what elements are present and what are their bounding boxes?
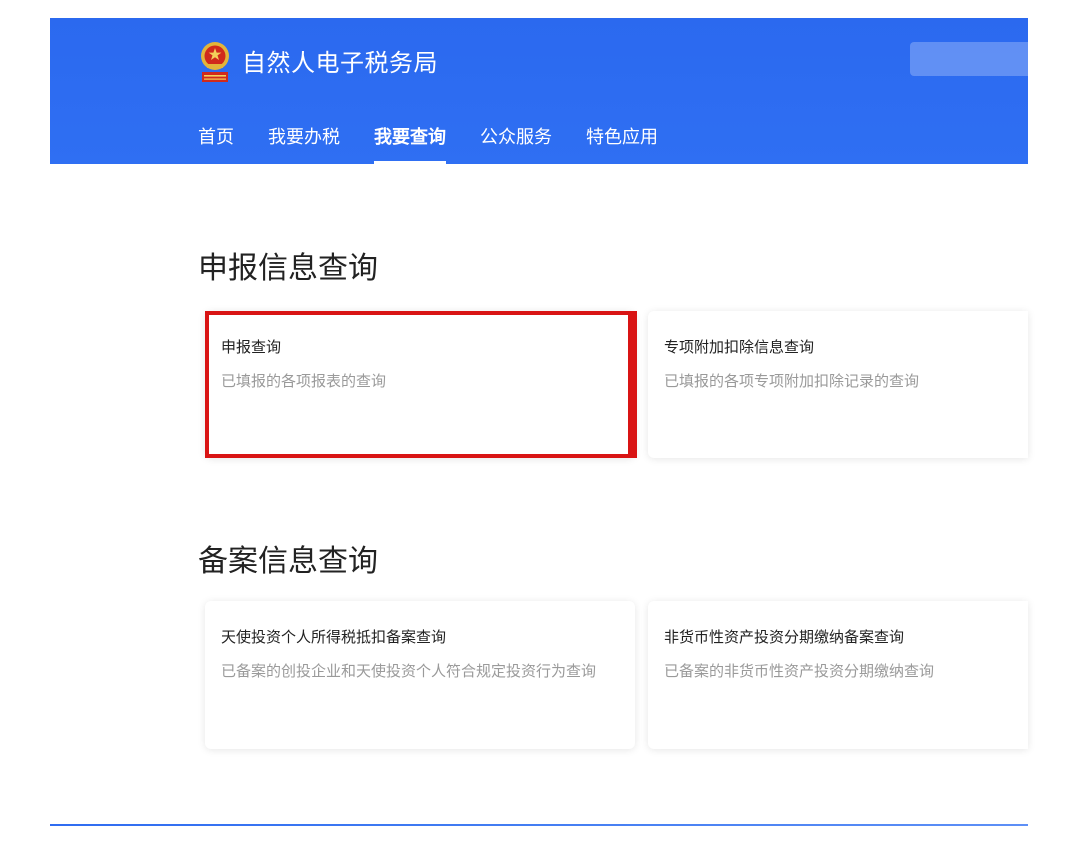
card-description: 已填报的各项专项附加扣除记录的查询: [664, 372, 920, 390]
nav-item-tax-handling[interactable]: 我要办税: [268, 126, 340, 150]
card-title: 申报查询: [221, 338, 282, 356]
site-header: 自然人电子税务局 首页 我要办税 我要查询 公众服务 特色应用: [50, 18, 1028, 164]
nav-item-public-service[interactable]: 公众服务: [480, 126, 552, 150]
card-angel-investment-filing-query[interactable]: 天使投资个人所得税抵扣备案查询 已备案的创投企业和天使投资个人符合规定投资行为查…: [205, 601, 635, 749]
card-declaration-query[interactable]: 申报查询 已填报的各项报表的查询: [205, 311, 635, 458]
card-special-deduction-query[interactable]: 专项附加扣除信息查询 已填报的各项专项附加扣除记录的查询: [648, 311, 1028, 458]
card-description: 已备案的创投企业和天使投资个人符合规定投资行为查询: [221, 662, 597, 680]
site-logo[interactable]: 自然人电子税务局: [198, 40, 438, 86]
search-input[interactable]: [910, 42, 1028, 76]
card-title: 专项附加扣除信息查询: [664, 338, 815, 356]
section-title-filing-query: 备案信息查询: [198, 544, 378, 579]
nav-item-featured-apps[interactable]: 特色应用: [586, 126, 658, 150]
nav-item-query[interactable]: 我要查询: [374, 126, 446, 164]
national-emblem-icon: [201, 42, 229, 82]
footer-divider: [50, 824, 1028, 826]
card-title: 天使投资个人所得税抵扣备案查询: [221, 628, 447, 646]
main-nav: 首页 我要办税 我要查询 公众服务 特色应用: [198, 126, 692, 164]
nav-item-home[interactable]: 首页: [198, 126, 234, 150]
page-frame: 自然人电子税务局 首页 我要办税 我要查询 公众服务 特色应用 申报信息查询 申…: [0, 0, 1080, 855]
card-title: 非货币性资产投资分期缴纳备案查询: [664, 628, 905, 646]
card-non-monetary-asset-filing-query[interactable]: 非货币性资产投资分期缴纳备案查询 已备案的非货币性资产投资分期缴纳查询: [648, 601, 1028, 749]
section-title-declaration-query: 申报信息查询: [198, 251, 378, 286]
card-description: 已填报的各项报表的查询: [221, 372, 387, 390]
site-title: 自然人电子税务局: [242, 49, 438, 77]
card-description: 已备案的非货币性资产投资分期缴纳查询: [664, 662, 935, 680]
